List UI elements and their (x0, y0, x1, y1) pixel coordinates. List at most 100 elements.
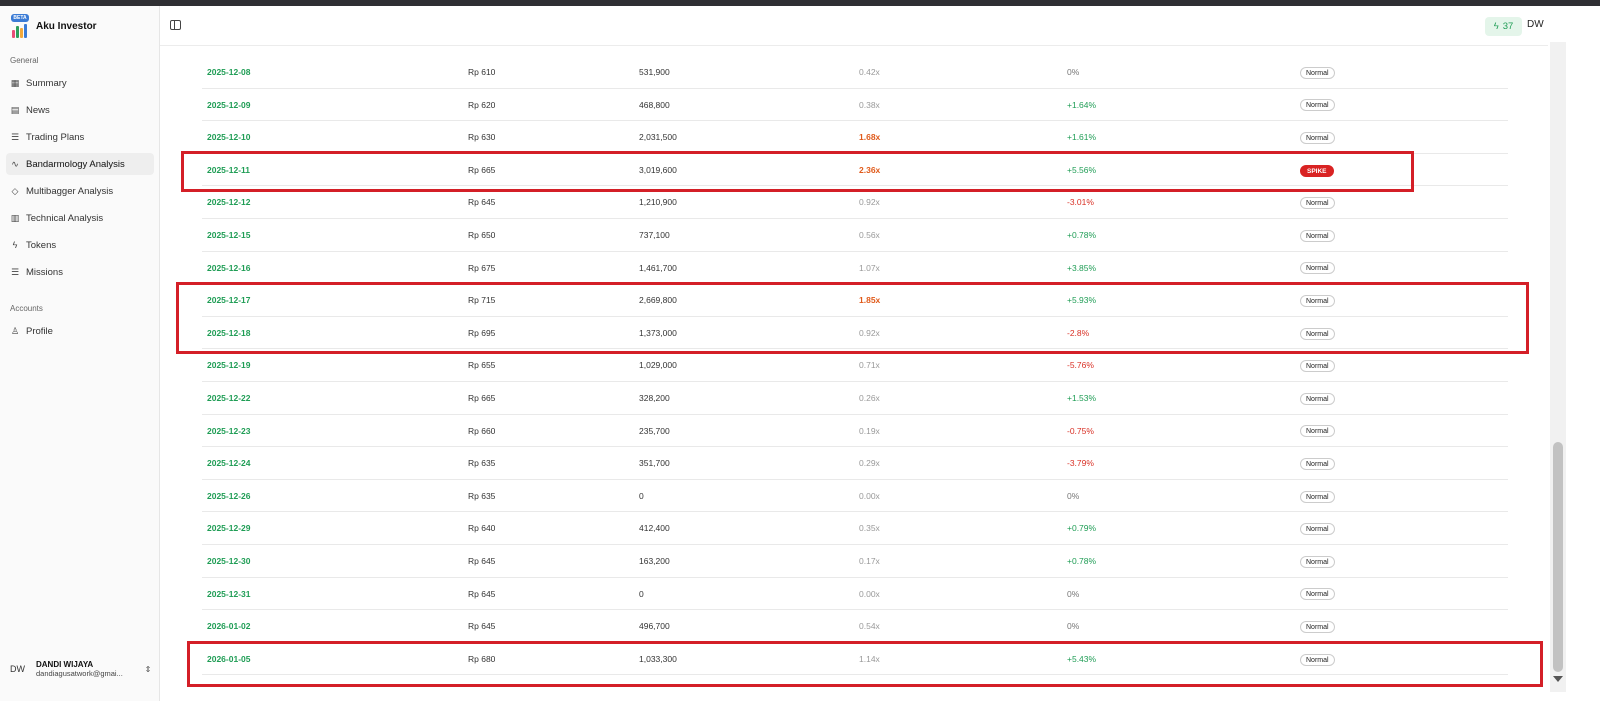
date-cell[interactable]: 2025-12-19 (207, 349, 250, 381)
date-cell[interactable]: 2025-12-29 (207, 512, 250, 544)
change-cell: -2.8% (1067, 327, 1090, 338)
sidebar-item-trading-plans[interactable]: ☰ Trading Plans (6, 126, 154, 148)
price-cell: Rp 620 (468, 99, 496, 110)
table-row[interactable]: 2025-12-12 Rp 645 1,210,900 0.92x -3.01% Norm… (202, 186, 1508, 219)
table-row[interactable]: 2025-12-15 Rp 650 737,100 0.56x +0.78% Normal (202, 219, 1508, 252)
status-cell: Normal (1300, 512, 1335, 544)
scroll-down-arrow-icon[interactable] (1553, 676, 1563, 682)
volume-ratio-cell: 0.00x (859, 588, 880, 599)
sidebar-item-technical-analysis[interactable]: ▥ Technical Analysis (6, 207, 154, 229)
sidebar-item-missions[interactable]: ☰ Missions (6, 261, 154, 283)
volume-ratio-cell: 0.38x (859, 99, 880, 110)
table-row[interactable]: 2025-12-30 Rp 645 163,200 0.17x +0.78% Normal (202, 545, 1508, 578)
status-badge: Normal (1300, 197, 1335, 210)
volume-cell: 0 (639, 490, 644, 501)
sidebar-item-profile[interactable]: ♙ Profile (6, 320, 154, 342)
section-label-general: General (10, 56, 39, 65)
change-cell: -3.79% (1067, 458, 1094, 469)
change-cell: +1.53% (1067, 393, 1097, 403)
status-cell: Normal (1300, 252, 1335, 284)
date-cell[interactable]: 2025-12-15 (207, 219, 250, 251)
price-cell: Rp 695 (468, 327, 496, 338)
change-cell: +5.93% (1067, 295, 1097, 306)
date-cell[interactable]: 2025-12-10 (207, 121, 250, 153)
volume-ratio-cell: 0.00x (859, 490, 880, 501)
table-row[interactable]: 2025-12-11 Rp 665 3,019,600 2.36x +5.56% SPIK… (202, 154, 1508, 187)
sidebar-item-label: Multibagger Analysis (26, 185, 114, 197)
date-cell[interactable]: 2025-12-23 (207, 415, 250, 447)
date-cell[interactable]: 2025-12-18 (207, 317, 250, 349)
table-row[interactable]: 2025-12-26 Rp 635 0 0.00x 0% Normal (202, 480, 1508, 513)
date-cell[interactable]: 2025-12-12 (207, 186, 250, 218)
status-badge: Normal (1300, 262, 1335, 275)
table-row[interactable]: 2025-12-10 Rp 630 2,031,500 1.68x +1.61% Norm… (202, 121, 1508, 154)
change-cell: 0% (1067, 67, 1080, 77)
table-row[interactable]: 2025-12-18 Rp 695 1,373,000 0.92x -2.8% Norma… (202, 317, 1508, 350)
change-cell: +0.78% (1067, 230, 1097, 240)
sidebar-item-tokens[interactable]: ϟ Tokens (6, 234, 154, 256)
volume-cell: 2,031,500 (639, 132, 677, 143)
table-row[interactable]: 2025-12-09 Rp 620 468,800 0.38x +1.64% Normal (202, 89, 1508, 122)
status-badge: Normal (1300, 457, 1335, 470)
price-cell: Rp 655 (468, 360, 496, 371)
change-cell: 0% (1067, 490, 1080, 501)
date-cell[interactable]: 2026-01-05 (207, 643, 250, 675)
status-cell: Normal (1300, 219, 1335, 251)
price-cell: Rp 635 (468, 458, 496, 469)
sidebar-toggle-icon[interactable] (170, 20, 181, 30)
date-cell[interactable]: 2025-12-24 (207, 447, 250, 479)
volume-ratio-cell: 0.71x (859, 360, 880, 371)
date-cell[interactable]: 2025-12-22 (207, 382, 250, 414)
sidebar-item-summary[interactable]: ▦ Summary (6, 72, 154, 94)
volume-cell: 1,210,900 (639, 197, 677, 208)
sidebar-item-multibagger-analysis[interactable]: ◇ Multibagger Analysis (6, 180, 154, 202)
date-cell[interactable]: 2025-12-26 (207, 480, 250, 512)
volume-cell: 163,200 (639, 556, 670, 566)
table-row[interactable]: 2025-12-29 Rp 640 412,400 0.35x +0.79% Normal (202, 512, 1508, 545)
volume-ratio-cell: 0.56x (859, 230, 880, 240)
table-row[interactable]: 2025-12-23 Rp 660 235,700 0.19x -0.75% Normal (202, 415, 1508, 448)
status-cell: Normal (1300, 349, 1335, 381)
date-cell[interactable]: 2025-12-08 (207, 56, 250, 88)
price-cell: Rp 680 (468, 653, 496, 664)
table-row[interactable]: 2025-12-16 Rp 675 1,461,700 1.07x +3.85% Norm… (202, 252, 1508, 285)
table-row[interactable]: 2025-12-31 Rp 645 0 0.00x 0% Normal (202, 578, 1508, 611)
main-content: 2025-12-08 Rp 610 531,900 0.42x 0% Normal 2025… (160, 6, 1600, 701)
table-row[interactable]: 2026-01-02 Rp 645 496,700 0.54x 0% Normal (202, 610, 1508, 643)
token-balance-badge[interactable]: ϟ 37 (1485, 17, 1522, 36)
volume-cell: 412,400 (639, 523, 670, 534)
sidebar-item-bandarmology-analysis[interactable]: ∿ Bandarmology Analysis (6, 153, 154, 175)
date-cell[interactable]: 2025-12-09 (207, 89, 250, 121)
table-row[interactable]: 2025-12-08 Rp 610 531,900 0.42x 0% Normal (202, 56, 1508, 89)
section-label-accounts: Accounts (10, 304, 43, 313)
header-avatar[interactable]: DW (1527, 19, 1544, 30)
status-badge: Normal (1300, 653, 1335, 666)
date-cell[interactable]: 2026-01-02 (207, 610, 250, 642)
table-row[interactable]: 2026-01-05 Rp 680 1,033,300 1.14x +5.43% Norm… (202, 643, 1508, 676)
sidebar: BETA Aku Investor General ▦ Summary ▤ Ne… (0, 6, 160, 701)
scrollbar-thumb[interactable] (1553, 442, 1563, 672)
user-menu[interactable]: DW DANDI WIJAYA dandiagusatwork@gmai... … (6, 654, 154, 684)
date-cell[interactable]: 2025-12-17 (207, 284, 250, 316)
status-cell: Normal (1300, 284, 1335, 316)
volume-cell: 1,461,700 (639, 262, 677, 273)
volume-ratio-cell: 0.92x (859, 197, 880, 208)
date-cell[interactable]: 2025-12-11 (207, 154, 250, 186)
table-row[interactable]: 2025-12-17 Rp 715 2,669,800 1.85x +5.93% Norm… (202, 284, 1508, 317)
change-cell: +1.64% (1067, 99, 1097, 110)
price-cell: Rp 645 (468, 621, 496, 632)
volume-cell: 235,700 (639, 425, 670, 436)
date-cell[interactable]: 2025-12-16 (207, 252, 250, 284)
sidebar-item-news[interactable]: ▤ News (6, 99, 154, 121)
price-cell: Rp 645 (468, 556, 496, 566)
volume-ratio-cell: 1.68x (859, 132, 881, 143)
date-cell[interactable]: 2025-12-31 (207, 578, 250, 610)
table-row[interactable]: 2025-12-22 Rp 665 328,200 0.26x +1.53% Normal (202, 382, 1508, 415)
change-cell: -3.01% (1067, 197, 1094, 208)
table-row[interactable]: 2025-12-24 Rp 635 351,700 0.29x -3.79% Normal (202, 447, 1508, 480)
brand[interactable]: BETA Aku Investor (10, 12, 97, 40)
table-row[interactable]: 2025-12-19 Rp 655 1,029,000 0.71x -5.76% Norm… (202, 349, 1508, 382)
date-cell[interactable]: 2025-12-30 (207, 545, 250, 577)
status-badge: Normal (1300, 425, 1335, 438)
vertical-scrollbar[interactable] (1550, 42, 1566, 692)
